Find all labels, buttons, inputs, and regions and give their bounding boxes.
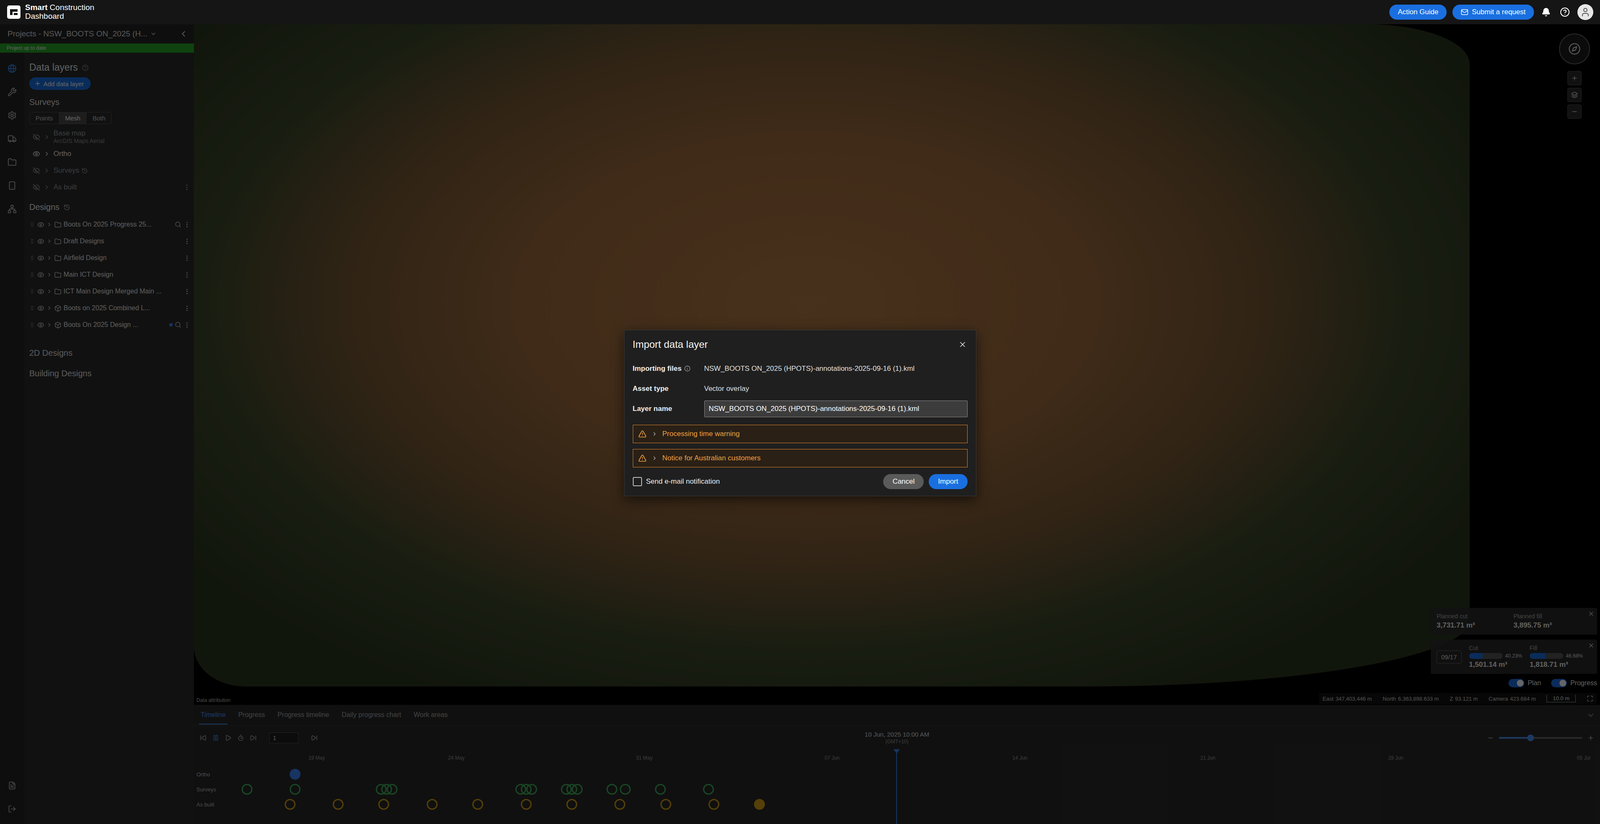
info-icon[interactable] bbox=[684, 365, 691, 372]
email-checkbox[interactable]: Send e-mail notification bbox=[632, 476, 721, 487]
logo[interactable]: SmartConstructionDashboard bbox=[6, 3, 95, 21]
logo-line: Dashboard bbox=[25, 12, 95, 21]
logo-icon bbox=[6, 5, 21, 20]
logo-text: SmartConstructionDashboard bbox=[25, 3, 95, 21]
workspace: Projects - NSW_BOOTS ON_2025 (H...Projec… bbox=[0, 24, 1600, 824]
import-dialog: Import data layer Importing filesNSW_BOOT… bbox=[624, 329, 977, 497]
field-row: Layer name bbox=[632, 398, 968, 419]
header-actions: Action Guide Submit a request bbox=[1389, 4, 1594, 21]
field-label: Importing files bbox=[632, 364, 705, 373]
warning-icon bbox=[638, 453, 647, 463]
user-icon bbox=[1580, 7, 1591, 18]
caret bbox=[651, 455, 658, 462]
field-label: Asset type bbox=[632, 384, 705, 393]
top-bar: SmartConstructionDashboard Action Guide Su… bbox=[0, 0, 1600, 25]
mail-icon bbox=[1460, 8, 1469, 16]
close-button[interactable] bbox=[957, 339, 968, 350]
modal-backdrop[interactable]: Import data layer Importing filesNSW_BOOT… bbox=[0, 24, 1600, 824]
checkbox[interactable] bbox=[632, 476, 643, 487]
warning-icon bbox=[638, 429, 647, 439]
field-label: Layer name bbox=[632, 404, 705, 413]
caret-right-icon bbox=[651, 455, 658, 462]
app: SmartConstructionDashboard Action Guide Su… bbox=[0, 0, 1600, 824]
layer-name-input[interactable] bbox=[704, 400, 968, 418]
help-button[interactable] bbox=[1558, 5, 1572, 19]
logo-bold: Smart bbox=[25, 3, 48, 13]
warning-panel[interactable]: Processing time warning bbox=[632, 424, 968, 444]
caret bbox=[651, 430, 658, 437]
header-button[interactable]: Action Guide bbox=[1389, 4, 1447, 20]
dialog-button[interactable]: Cancel bbox=[883, 473, 924, 490]
bell-icon bbox=[1541, 7, 1551, 17]
field-value: NSW_BOOTS ON_2025 (HPOTS)-annotations-20… bbox=[704, 364, 968, 373]
notifications-button[interactable] bbox=[1539, 5, 1553, 19]
dialog-footer: Send e-mail notification CancelImport bbox=[632, 473, 968, 490]
field-value: Vector overlay bbox=[704, 384, 968, 393]
avatar[interactable] bbox=[1577, 4, 1594, 21]
caret-right-icon bbox=[651, 430, 658, 437]
close-icon bbox=[958, 340, 967, 349]
dialog-header: Import data layer bbox=[632, 338, 968, 351]
dialog-buttons: CancelImport bbox=[883, 473, 968, 490]
logo-line: SmartConstruction bbox=[25, 3, 95, 13]
field-row: Importing filesNSW_BOOTS ON_2025 (HPOTS)… bbox=[632, 358, 968, 379]
field-row: Asset typeVector overlay bbox=[632, 378, 968, 399]
warning-panel[interactable]: Notice for Australian customers bbox=[632, 448, 968, 468]
logo-light: Construction bbox=[49, 3, 95, 13]
header-button[interactable]: Submit a request bbox=[1452, 4, 1534, 20]
help-icon bbox=[1559, 7, 1570, 18]
dialog-button[interactable]: Import bbox=[928, 473, 968, 490]
dialog-title: Import data layer bbox=[632, 338, 709, 351]
